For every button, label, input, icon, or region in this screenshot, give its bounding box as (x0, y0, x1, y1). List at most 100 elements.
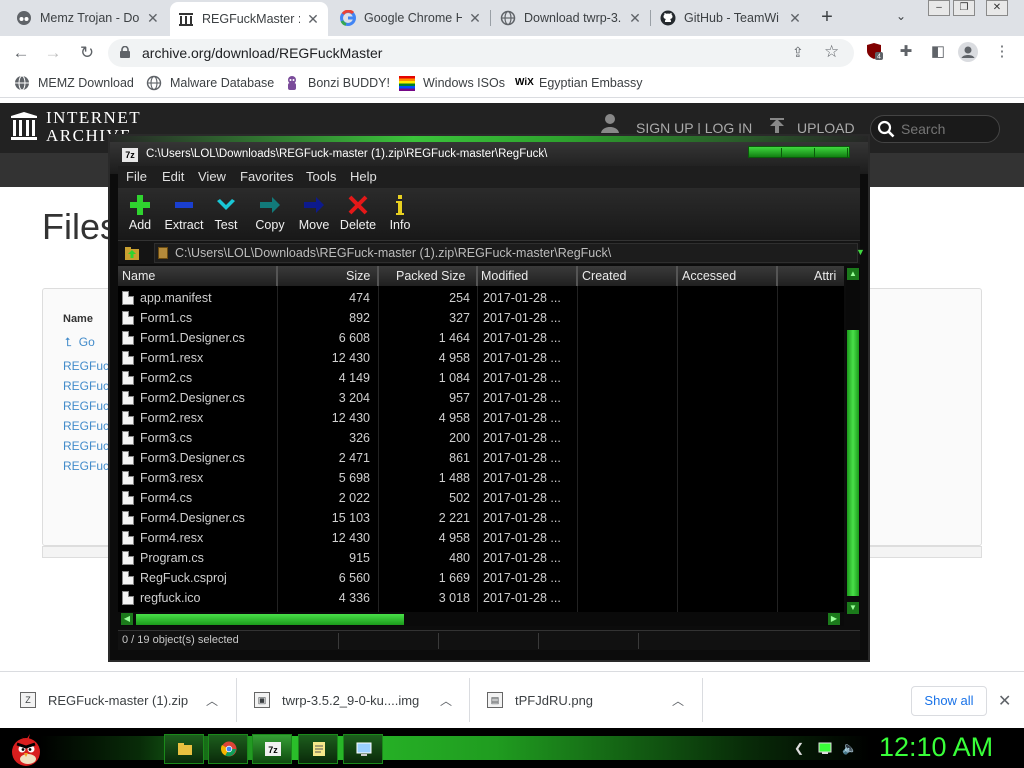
lock-icon[interactable] (120, 46, 130, 58)
ia-logo-icon[interactable] (10, 111, 38, 141)
file-row[interactable]: regfuck.ico 4 336 3 018 2017-01-28 ... (118, 588, 844, 608)
close-icon[interactable]: ✕ (628, 10, 642, 27)
scroll-down-arrow-icon[interactable]: ▼ (847, 602, 859, 614)
file-row[interactable]: Form2.cs 4 149 1 084 2017-01-28 ... (118, 368, 844, 388)
ia-search-input[interactable] (901, 120, 997, 138)
user-icon[interactable] (600, 113, 620, 133)
column-resize-handle[interactable] (377, 266, 379, 286)
scroll-thumb[interactable] (136, 614, 404, 625)
download-item[interactable]: ▣ twrp-3.5.2_9-0-ku....img (254, 686, 419, 714)
file-link[interactable]: REGFuc (63, 439, 109, 453)
new-tab-button[interactable]: + (816, 7, 838, 29)
taskbar-clock[interactable]: 12:10 AM (879, 732, 993, 763)
file-row[interactable]: app.manifest 474 254 2017-01-28 ... (118, 288, 844, 308)
download-item[interactable]: Z REGFuck-master (1).zip (20, 686, 188, 714)
menu-view[interactable]: View (198, 169, 226, 184)
puzzle-extensions-icon[interactable]: ✚ (896, 42, 916, 62)
dropdown-arrow-icon[interactable]: ▼ (856, 247, 865, 257)
file-row[interactable]: Form4.resx 12 430 4 958 2017-01-28 ... (118, 528, 844, 548)
minimize-button[interactable]: – (928, 0, 950, 16)
delete-button[interactable]: Delete (334, 190, 382, 238)
file-row[interactable]: RegFuck.csproj 6 560 1 669 2017-01-28 ..… (118, 568, 844, 588)
column-header-name[interactable]: Name (122, 269, 155, 283)
bookmark-star-icon[interactable]: ☆ (824, 42, 839, 62)
window-close-button[interactable]: ✕ (986, 0, 1008, 16)
scroll-up-arrow-icon[interactable]: ▲ (847, 268, 859, 280)
chrome-menu-icon[interactable]: ⋮ (992, 42, 1012, 62)
tab-download-twrp[interactable]: Download twrp-3. ✕ (492, 4, 650, 32)
volume-icon[interactable]: 🔈 (842, 741, 857, 755)
forward-button[interactable]: → (42, 42, 64, 64)
menu-help[interactable]: Help (350, 169, 377, 184)
column-resize-handle[interactable] (476, 266, 478, 286)
taskbar-7zip[interactable]: 7z (252, 734, 292, 764)
menu-tools[interactable]: Tools (306, 169, 336, 184)
restore-button[interactable]: ❐ (953, 0, 975, 16)
search-icon[interactable] (877, 120, 895, 138)
info-button[interactable]: Info (376, 190, 424, 238)
bookmark-bonzi-buddy[interactable]: Bonzi BUDDY! (284, 75, 390, 91)
download-item[interactable]: ▤ tPFJdRU.png (487, 686, 593, 714)
ia-search-box[interactable] (870, 115, 1000, 143)
column-resize-handle[interactable] (776, 266, 778, 286)
file-link[interactable]: REGFuc (63, 359, 109, 373)
move-button[interactable]: Move (290, 190, 338, 238)
menu-favorites[interactable]: Favorites (240, 169, 293, 184)
profile-avatar-icon[interactable] (958, 42, 978, 62)
maximize-button[interactable] (782, 148, 815, 158)
file-row[interactable]: Form1.resx 12 430 4 958 2017-01-28 ... (118, 348, 844, 368)
taskbar-monitor-app[interactable] (343, 734, 383, 764)
column-header-created[interactable]: Created (582, 269, 626, 283)
file-row[interactable]: Form3.resx 5 698 1 488 2017-01-28 ... (118, 468, 844, 488)
file-link[interactable]: REGFuc (63, 419, 109, 433)
file-row[interactable]: Form3.Designer.cs 2 471 861 2017-01-28 .… (118, 448, 844, 468)
scroll-left-arrow-icon[interactable]: ◀ (121, 613, 133, 625)
tab-github[interactable]: GitHub - TeamWi ✕ (652, 4, 810, 32)
folder-up-icon[interactable] (124, 245, 140, 261)
file-row[interactable]: Form2.resx 12 430 4 958 2017-01-28 ... (118, 408, 844, 428)
name-column-header[interactable]: Name (63, 313, 93, 325)
extract-button[interactable]: Extract (160, 190, 208, 238)
bookmark-egyptian-embassy[interactable]: WiX Egyptian Embassy (515, 75, 643, 91)
back-button[interactable]: ← (10, 42, 32, 64)
file-row[interactable]: Form1.Designer.cs 6 608 1 464 2017-01-28… (118, 328, 844, 348)
copy-button[interactable]: Copy (246, 190, 294, 238)
share-icon[interactable]: ⇪ (792, 44, 804, 61)
menu-edit[interactable]: Edit (162, 169, 184, 184)
test-button[interactable]: Test (202, 190, 250, 238)
start-button-angry-bird-icon[interactable] (6, 728, 46, 768)
scroll-right-arrow-icon[interactable]: ▶ (828, 613, 840, 625)
go-up-link[interactable]: ⮤ Go (65, 335, 95, 350)
file-link[interactable]: REGFuc (63, 459, 109, 473)
upload-icon[interactable] (768, 117, 786, 135)
file-link[interactable]: REGFuc (63, 399, 109, 413)
file-row[interactable]: Program.cs 915 480 2017-01-28 ... (118, 548, 844, 568)
tab-search-chevron-icon[interactable]: ⌄ (896, 9, 906, 23)
chevron-up-icon[interactable]: ︿ (440, 692, 452, 709)
column-header-packed-size[interactable]: Packed Size (396, 269, 465, 283)
file-row[interactable]: Form3.cs 326 200 2017-01-28 ... (118, 428, 844, 448)
path-input[interactable]: C:\Users\LOL\Downloads\REGFuck-master (1… (154, 243, 858, 263)
tab-regfuckmaster[interactable]: REGFuckMaster : ✕ (170, 2, 328, 36)
column-header-modified[interactable]: Modified (481, 269, 528, 283)
column-header-accessed[interactable]: Accessed (682, 269, 736, 283)
menu-file[interactable]: File (126, 169, 147, 184)
chevron-up-icon[interactable]: ︿ (672, 692, 684, 709)
minimize-button[interactable] (749, 148, 782, 158)
column-resize-handle[interactable] (276, 266, 278, 286)
tab-google-chrome[interactable]: Google Chrome H ✕ (332, 4, 490, 32)
file-link[interactable]: REGFuc (63, 379, 109, 393)
file-row[interactable]: Form1.cs 892 327 2017-01-28 ... (118, 308, 844, 328)
bookmark-malware-database[interactable]: Malware Database (146, 75, 274, 91)
show-all-button[interactable]: Show all (911, 686, 987, 716)
scroll-thumb[interactable] (847, 330, 859, 596)
7zip-app-icon[interactable]: 7z (122, 148, 138, 162)
tab-memz[interactable]: Memz Trojan - Do ✕ (8, 4, 168, 32)
close-icon[interactable]: ✕ (306, 11, 320, 28)
bookmark-memz[interactable]: MEMZ Download (14, 75, 134, 91)
column-header-size[interactable]: Size (346, 269, 370, 283)
taskbar-file-explorer[interactable] (164, 734, 204, 764)
column-resize-handle[interactable] (576, 266, 578, 286)
file-row[interactable]: Form4.cs 2 022 502 2017-01-28 ... (118, 488, 844, 508)
bookmark-windows-isos[interactable]: Windows ISOs (399, 75, 505, 91)
